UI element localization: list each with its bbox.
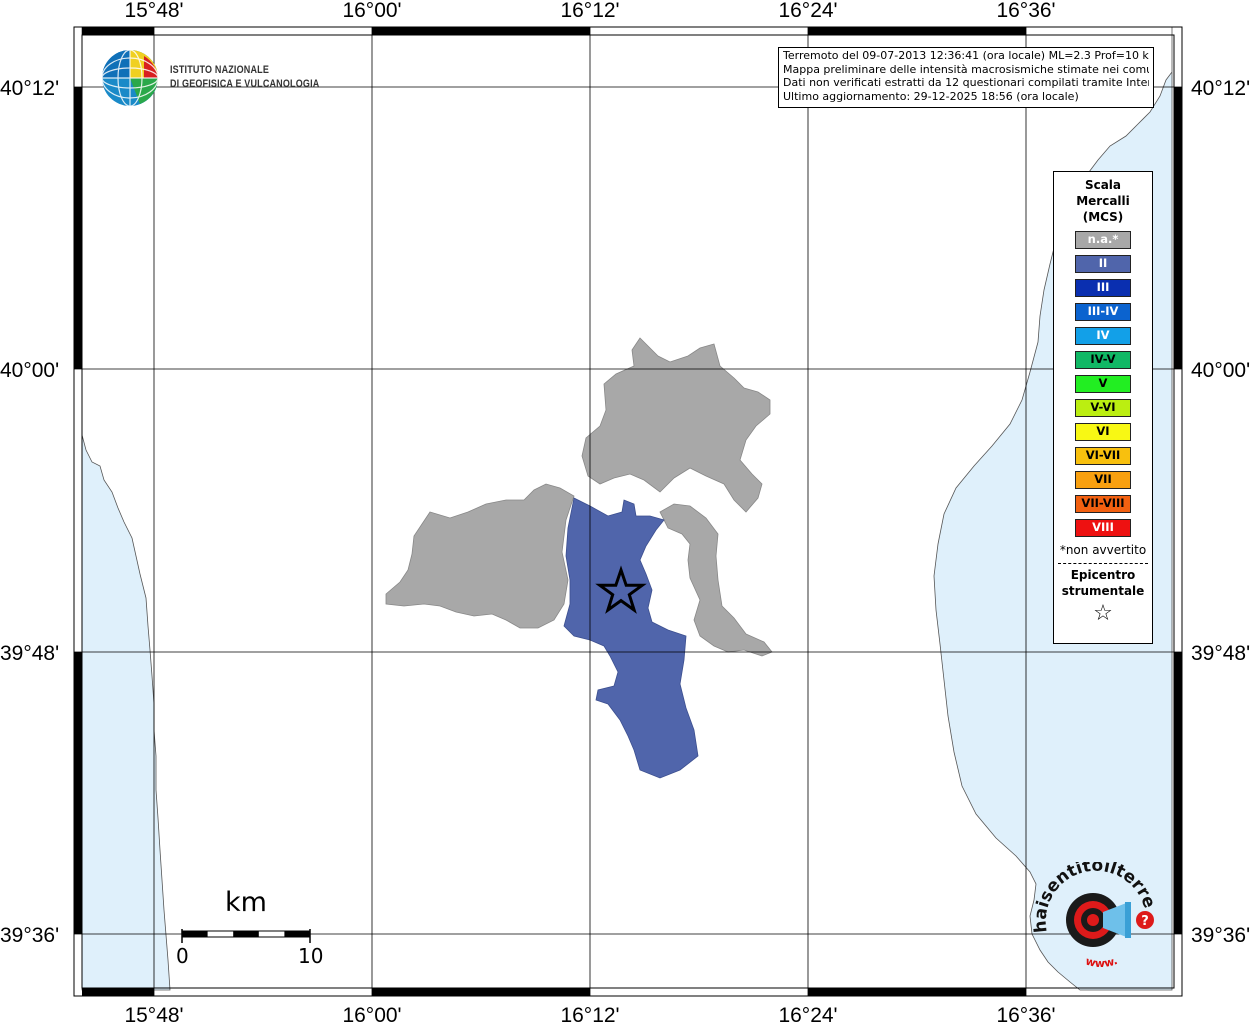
lat-label: 39°48' [1191, 642, 1250, 665]
lon-label: 16°12' [560, 0, 619, 22]
legend-swatch-na: n.a.* [1075, 231, 1131, 249]
logo-line-2: DI GEOFISICA E VULCANOLOGIA [170, 78, 320, 90]
event-info-box: Terremoto del 09-07-2013 12:36:41 (ora l… [778, 47, 1154, 108]
legend-title-line: Scala [1084, 178, 1122, 192]
lon-label: 16°12' [560, 1004, 619, 1024]
legend-swatch-VII-VIII: VII-VIII [1075, 495, 1131, 513]
lon-label: 16°24' [778, 1004, 837, 1024]
lat-label: 40°12' [0, 77, 59, 100]
ingv-logo: ISTITUTO NAZIONALE DI GEOFISICA E VULCAN… [100, 48, 320, 110]
legend-swatch-VIII: VIII [1075, 519, 1131, 537]
legend-star-icon: ☆ [1093, 601, 1113, 626]
lat-label: 40°00' [1191, 359, 1250, 382]
latitude-labels-right: 40°12' 40°00' 39°48' 39°36' [1191, 77, 1250, 947]
latitude-labels-left: 40°12' 40°00' 39°48' 39°36' [0, 77, 59, 947]
legend-epicenter-line: Epicentro [1070, 568, 1136, 582]
longitude-labels-top: 15°48' 16°00' 16°12' 16°24' 16°36' [124, 0, 1055, 22]
legend-na-note: *non avvertito [1059, 543, 1147, 557]
info-line-data-source: Dati non verificati estratti da 12 quest… [783, 76, 1149, 89]
legend-swatch-III: III [1075, 279, 1131, 297]
lat-label: 40°00' [0, 359, 59, 382]
legend-swatch-IV: IV [1075, 327, 1131, 345]
info-line-description: Mappa preliminare delle intensità macros… [783, 62, 1149, 76]
haisentito-logo: haisentitoilterremoto.it www. ? [1033, 862, 1159, 970]
lon-label: 16°24' [778, 0, 837, 22]
longitude-labels-bottom: 15°48' 16°00' 16°12' 16°24' 16°36' [124, 1004, 1055, 1024]
question-icon: ? [1141, 914, 1149, 929]
lon-label: 16°36' [996, 1004, 1055, 1024]
scale-min-label: 0 [176, 944, 189, 968]
lon-label: 15°48' [124, 1004, 183, 1024]
scale-bar-graphic [181, 929, 311, 943]
legend-swatch-VI: VI [1075, 423, 1131, 441]
scale-max-label: 10 [298, 944, 324, 968]
legend-title-line: Mercalli [1076, 194, 1130, 208]
haisentito-www-arc: www. [1084, 954, 1119, 970]
legend-swatch-VII: VII [1075, 471, 1131, 489]
legend-swatch-V-VI: V-VI [1075, 399, 1131, 417]
legend-title: Scala Mercalli (MCS) [1054, 177, 1152, 225]
scale-bar: km 0 10 [170, 885, 330, 970]
lon-label: 15°48' [124, 0, 183, 22]
logo-line-1: ISTITUTO NAZIONALE [170, 64, 270, 76]
lat-label: 39°36' [0, 924, 59, 947]
lon-label: 16°00' [342, 0, 401, 22]
lon-label: 16°00' [342, 1004, 401, 1024]
info-line-event: Terremoto del 09-07-2013 12:36:41 (ora l… [783, 49, 1149, 62]
legend-items: n.a.* II III III-IV IV IV-V V V-VI VI VI… [1054, 231, 1152, 537]
legend-title-line: (MCS) [1082, 210, 1124, 224]
legend-swatch-II: II [1075, 255, 1131, 273]
legend-swatch-VI-VII: VI-VII [1075, 447, 1131, 465]
lon-label: 16°36' [996, 0, 1055, 22]
legend-swatch-III-IV: III-IV [1075, 303, 1131, 321]
legend-swatch-IV-V: IV-V [1075, 351, 1131, 369]
lat-label: 40°12' [1191, 77, 1250, 100]
legend-swatch-V: V [1075, 375, 1131, 393]
ingv-globe-icon [101, 49, 159, 107]
legend-separator [1058, 563, 1148, 564]
info-line-updated: Ultimo aggiornamento: 29-12-2025 18:56 (… [783, 89, 1079, 103]
legend-epicenter-line: strumentale [1061, 584, 1145, 598]
haisentito-www: www. [1084, 954, 1119, 970]
legend-epicenter-label: Epicentro strumentale [1054, 567, 1152, 599]
lat-label: 39°36' [1191, 924, 1250, 947]
lat-label: 39°48' [0, 642, 59, 665]
mcs-legend: Scala Mercalli (MCS) n.a.* II III III-IV… [1053, 171, 1153, 644]
